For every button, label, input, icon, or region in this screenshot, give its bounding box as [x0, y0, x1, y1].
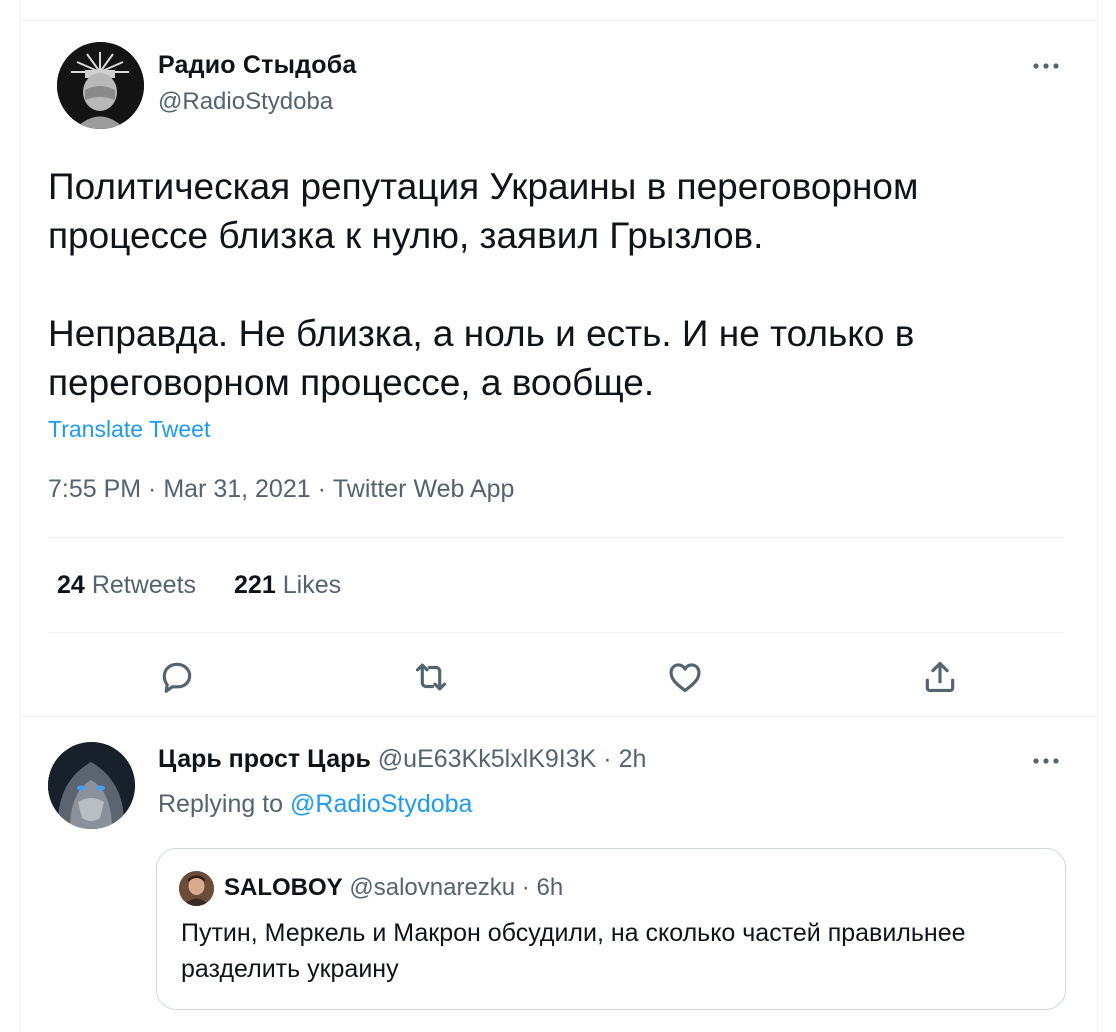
tweet-actions	[0, 655, 1116, 705]
quote-header: SALOBOY @salovnarezku · 6h	[224, 874, 563, 902]
share-icon[interactable]	[918, 655, 962, 699]
tweet-paragraph: Неправда. Не близка, а ноль и есть. И не…	[48, 313, 915, 403]
tweet-date[interactable]: Mar 31, 2021	[163, 475, 310, 504]
reply-author-name[interactable]: Царь прост Царь	[158, 745, 371, 774]
top-border	[21, 20, 1097, 21]
tweet-source[interactable]: Twitter Web App	[333, 475, 515, 504]
likes-label: Likes	[282, 571, 342, 599]
retweets-stat[interactable]: 24 Retweets	[57, 571, 196, 600]
meta-separator: ·	[310, 475, 333, 503]
meta-separator: ·	[515, 874, 537, 901]
reply-icon[interactable]	[155, 655, 199, 699]
quote-author-handle: @salovnarezku	[349, 874, 516, 901]
thread-divider	[20, 716, 1098, 717]
likes-count: 221	[234, 571, 276, 599]
reply-time[interactable]: 2h	[619, 745, 647, 774]
meta-separator: ·	[141, 475, 164, 503]
quote-text: Путин, Меркель и Макрон обсудили, на ско…	[181, 919, 966, 983]
quote-author-name: SALOBOY	[224, 874, 343, 901]
replying-prefix: Replying to	[158, 790, 284, 818]
likes-stat[interactable]: 221 Likes	[234, 571, 341, 600]
quote-author-avatar	[179, 871, 214, 906]
meta-separator: ·	[596, 745, 619, 773]
more-icon[interactable]	[1026, 52, 1066, 80]
more-icon[interactable]	[1026, 747, 1066, 775]
author-handle[interactable]: @RadioStydoba	[158, 88, 333, 116]
divider	[48, 537, 1064, 538]
divider	[48, 632, 1064, 633]
tweet-stats: 24 Retweets 221 Likes	[57, 571, 341, 600]
translate-tweet-link[interactable]: Translate Tweet	[48, 416, 210, 443]
quote-time: 6h	[536, 874, 564, 901]
tweet-meta: 7:55 PM · Mar 31, 2021 · Twitter Web App	[48, 475, 514, 504]
tweet-paragraph: Политическая репутация Украины в перегов…	[48, 166, 919, 256]
tweet-text: Политическая репутация Украины в перегов…	[48, 162, 1058, 407]
retweet-icon[interactable]	[409, 655, 453, 699]
reply-header: Царь прост Царь @uE63Kk5lxlK9I3K · 2h	[158, 745, 646, 774]
like-icon[interactable]	[663, 655, 707, 699]
reply-author-handle[interactable]: @uE63Kk5lxlK9I3K	[378, 745, 597, 774]
author-name[interactable]: Радио Стыдоба	[158, 51, 356, 80]
retweets-label: Retweets	[91, 571, 197, 599]
reply-author-avatar[interactable]	[48, 742, 135, 829]
replying-to: Replying to @RadioStydoba	[158, 790, 472, 819]
author-avatar[interactable]	[57, 42, 144, 129]
retweets-count: 24	[57, 571, 85, 599]
replying-to-link[interactable]: @RadioStydoba	[290, 790, 472, 818]
tweet-time[interactable]: 7:55 PM	[48, 475, 141, 504]
quoted-tweet[interactable]: SALOBOY @salovnarezku · 6h Путин, Меркел…	[156, 848, 1066, 1010]
